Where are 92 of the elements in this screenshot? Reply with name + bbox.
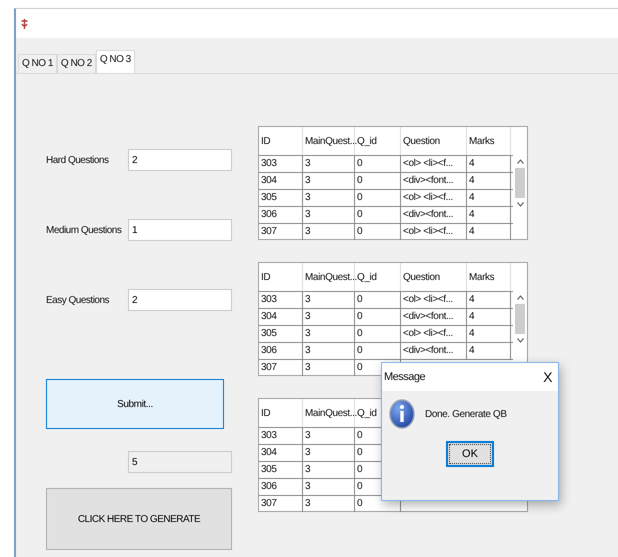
table-cell: 0 bbox=[355, 224, 401, 240]
scrollbar-thumb[interactable] bbox=[515, 168, 525, 198]
column-header[interactable]: ID bbox=[259, 127, 303, 155]
table-cell: 0 bbox=[355, 292, 401, 308]
table-cell: <ol> <li><f... bbox=[401, 326, 467, 342]
table-cell: 4 bbox=[467, 207, 511, 223]
table-cell: 3 bbox=[303, 190, 355, 206]
table-cell: 305 bbox=[259, 190, 303, 206]
table-cell: 305 bbox=[259, 462, 303, 478]
column-header[interactable]: MainQuest... bbox=[303, 399, 355, 427]
table-cell: 3 bbox=[303, 360, 355, 376]
table-cell: 4 bbox=[467, 326, 511, 342]
table-cell: 304 bbox=[259, 309, 303, 325]
table-cell: 3 bbox=[303, 479, 355, 495]
table-cell: 0 bbox=[355, 309, 401, 325]
table-cell: 304 bbox=[259, 445, 303, 461]
column-header[interactable]: Q_id bbox=[355, 263, 401, 291]
table-cell: 3 bbox=[303, 173, 355, 189]
table-cell: <div><font... bbox=[401, 173, 467, 189]
table-cell: <ol> <li><f... bbox=[401, 292, 467, 308]
close-button[interactable]: X bbox=[543, 369, 552, 385]
table-cell: <div><font... bbox=[401, 309, 467, 325]
table-cell: 303 bbox=[259, 156, 303, 172]
input-field[interactable]: 2 bbox=[128, 149, 232, 171]
table-cell: 3 bbox=[303, 445, 355, 461]
table-cell: 0 bbox=[355, 343, 401, 359]
table-cell: <div><font... bbox=[401, 343, 467, 359]
scrollbar-thumb[interactable] bbox=[515, 304, 525, 334]
scroll-down-icon[interactable] bbox=[516, 338, 524, 343]
column-header[interactable]: MainQuest... bbox=[303, 127, 355, 155]
table-cell: 306 bbox=[259, 343, 303, 359]
table-cell: 4 bbox=[467, 343, 511, 359]
table-cell: 305 bbox=[259, 326, 303, 342]
table-cell: 4 bbox=[467, 173, 511, 189]
table-cell: 4 bbox=[467, 156, 511, 172]
dialog-message: Done. Generate QB bbox=[425, 408, 507, 420]
table-cell: 3 bbox=[303, 343, 355, 359]
table-cell: 4 bbox=[467, 309, 511, 325]
column-header[interactable]: ID bbox=[259, 399, 303, 427]
column-header[interactable]: Question bbox=[401, 263, 467, 291]
table-cell: 3 bbox=[303, 224, 355, 240]
table-cell: 3 bbox=[303, 207, 355, 223]
column-header[interactable]: Marks bbox=[467, 127, 511, 155]
table-cell: <ol> <li><f... bbox=[401, 224, 467, 240]
table-cell: 3 bbox=[303, 292, 355, 308]
table-cell: <ol> <li><f... bbox=[401, 156, 467, 172]
table-cell: 0 bbox=[355, 173, 401, 189]
table-cell: 304 bbox=[259, 173, 303, 189]
table-cell: 307 bbox=[259, 224, 303, 240]
table-cell: 4 bbox=[467, 292, 511, 308]
total-field[interactable]: 5 bbox=[128, 451, 232, 473]
table-cell: 303 bbox=[259, 428, 303, 444]
field-label: Medium Questions bbox=[46, 224, 122, 236]
table-cell: <ol> <li><f... bbox=[401, 190, 467, 206]
submit-button[interactable]: Submit... bbox=[46, 379, 224, 429]
column-header[interactable]: ID bbox=[259, 263, 303, 291]
scroll-up-icon[interactable] bbox=[516, 295, 524, 300]
column-header[interactable]: Marks bbox=[467, 263, 511, 291]
table-cell: 4 bbox=[467, 224, 511, 240]
column-header[interactable]: Q_id bbox=[355, 127, 401, 155]
column-header[interactable]: MainQuest... bbox=[303, 263, 355, 291]
scroll-down-icon[interactable] bbox=[516, 202, 524, 207]
table-cell: 4 bbox=[467, 190, 511, 206]
field-label: Easy Questions bbox=[46, 294, 110, 306]
app-icon bbox=[20, 18, 29, 30]
table-cell: 3 bbox=[303, 462, 355, 478]
info-icon bbox=[389, 399, 415, 429]
table-cell: 0 bbox=[355, 156, 401, 172]
table-cell: 0 bbox=[355, 190, 401, 206]
table-cell: 0 bbox=[355, 207, 401, 223]
column-header[interactable]: Question bbox=[401, 127, 467, 155]
table-cell: 3 bbox=[303, 309, 355, 325]
table-cell: 307 bbox=[259, 360, 303, 376]
tab[interactable]: Q NO 2 bbox=[56, 54, 96, 73]
table-cell: 306 bbox=[259, 479, 303, 495]
scroll-up-icon[interactable] bbox=[516, 159, 524, 164]
input-field[interactable]: 1 bbox=[128, 219, 232, 241]
ok-button[interactable]: OK bbox=[446, 441, 494, 467]
input-field[interactable]: 2 bbox=[128, 289, 232, 311]
tab[interactable]: Q NO 1 bbox=[18, 54, 57, 73]
table-cell: 3 bbox=[303, 428, 355, 444]
table-cell: 3 bbox=[303, 326, 355, 342]
generate-button[interactable]: CLICK HERE TO GENERATE bbox=[46, 488, 232, 550]
table-cell: 306 bbox=[259, 207, 303, 223]
field-label: Hard Questions bbox=[46, 154, 110, 166]
table-cell: 0 bbox=[355, 326, 401, 342]
table-cell: 3 bbox=[303, 156, 355, 172]
table-cell: 3 bbox=[303, 496, 355, 512]
table-cell: 303 bbox=[259, 292, 303, 308]
tab[interactable]: Q NO 3 bbox=[96, 50, 135, 73]
table-cell: <div><font... bbox=[401, 207, 467, 223]
table-cell: 307 bbox=[259, 496, 303, 512]
